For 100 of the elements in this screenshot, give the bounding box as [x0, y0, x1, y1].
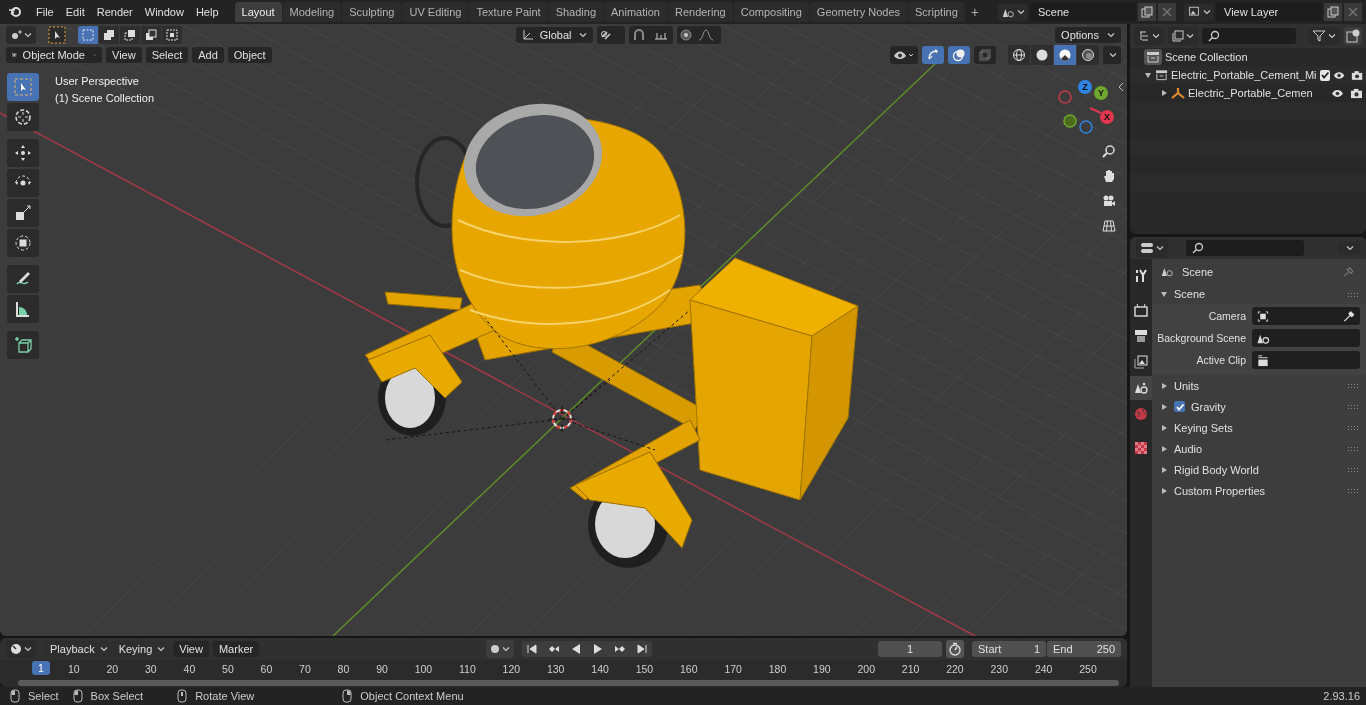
expand-triangle-icon[interactable] [1160, 423, 1168, 432]
selection-mode-button[interactable] [120, 26, 140, 44]
negative-x-handle[interactable] [1058, 90, 1072, 104]
property-field[interactable] [1252, 351, 1360, 369]
shading-mode-button[interactable] [1031, 45, 1053, 65]
menu-item[interactable]: Render [90, 6, 139, 18]
options-dropdown[interactable]: Options [1055, 27, 1121, 43]
measure-tool-button[interactable] [7, 295, 39, 323]
view-layer-name-field[interactable]: View Layer [1216, 3, 1322, 21]
xray-toggle[interactable] [974, 46, 996, 64]
expand-triangle-icon[interactable] [1160, 444, 1168, 453]
scene-browse-button[interactable] [998, 3, 1028, 21]
editor-type-button[interactable] [6, 640, 36, 658]
view-filter-button[interactable] [1168, 27, 1198, 45]
scene-properties-tab[interactable] [1130, 376, 1152, 400]
selection-mode-button[interactable] [162, 26, 182, 44]
cursor-tool-button[interactable] [7, 103, 39, 131]
expand-triangle-icon[interactable] [1160, 290, 1168, 298]
scale-tool-button[interactable] [7, 199, 39, 227]
grid-icon[interactable] [1102, 219, 1116, 233]
panel-title[interactable]: Keying Sets [1174, 421, 1233, 434]
exclude-checkbox[interactable] [1319, 69, 1330, 81]
outliner-item[interactable]: Electric_Portable_Cement_Mi [1171, 69, 1317, 81]
workspace-tab[interactable]: Shading [548, 2, 604, 22]
camera-icon[interactable] [1102, 194, 1116, 208]
expand-triangle-icon[interactable] [1144, 71, 1152, 79]
workspace-tab[interactable]: Layout [234, 2, 282, 22]
checkbox[interactable] [1174, 401, 1185, 412]
eye-icon[interactable] [1331, 87, 1344, 99]
shading-mode-button[interactable] [1054, 45, 1076, 65]
move-tool-button[interactable] [7, 139, 39, 167]
expand-triangle-icon[interactable] [1160, 486, 1168, 495]
close-icon[interactable] [1158, 3, 1176, 21]
filter-button[interactable] [1308, 27, 1340, 45]
display-mode-button[interactable] [1134, 27, 1164, 45]
workspace-tab[interactable]: Geometry Nodes [809, 2, 907, 22]
expand-triangle-icon[interactable] [1160, 381, 1168, 390]
transform-tool-button[interactable] [7, 229, 39, 257]
expand-triangle-icon[interactable] [1160, 89, 1168, 97]
current-frame-field[interactable]: 1 [878, 641, 942, 657]
record-button[interactable] [485, 640, 514, 658]
start-frame-field[interactable]: Start 1 [972, 641, 1046, 657]
copy-icon[interactable] [1138, 3, 1156, 21]
outliner-item[interactable]: Scene Collection [1165, 51, 1366, 63]
view-layer-browse-button[interactable] [1184, 3, 1214, 21]
shading-options-dropdown[interactable] [1103, 46, 1121, 64]
workspace-tab[interactable]: Scripting [908, 2, 965, 22]
workspace-tab[interactable]: Compositing [733, 2, 809, 22]
3d-cursor-icon[interactable] [548, 405, 576, 433]
blender-logo-icon[interactable] [8, 6, 22, 18]
header-menu-button[interactable]: Marker [212, 641, 260, 657]
pivot-point-icon[interactable] [597, 26, 626, 44]
add-cube-tool-button[interactable] [7, 331, 39, 359]
scene-name-field[interactable]: Scene [1030, 3, 1136, 21]
panel-title[interactable]: Custom Properties [1174, 484, 1266, 497]
options-dropdown[interactable] [1338, 241, 1360, 255]
header-menu-button[interactable]: Select [145, 47, 189, 63]
selection-mode-button[interactable] [99, 26, 119, 44]
mode-dropdown[interactable]: Object Mode [6, 47, 102, 63]
new-collection-icon[interactable] [1344, 27, 1362, 45]
header-menu-button[interactable]: View [106, 47, 142, 63]
panel-title[interactable]: Audio [1174, 442, 1203, 455]
eyedropper-icon[interactable] [1342, 309, 1356, 323]
property-field[interactable] [1252, 329, 1360, 347]
menu-item[interactable]: Window [138, 6, 190, 18]
workspace-tab[interactable]: UV Editing [402, 2, 469, 22]
camera-icon[interactable] [1350, 87, 1363, 99]
playhead-frame-indicator[interactable]: 1 [32, 661, 50, 675]
workspace-tab[interactable]: Rendering [667, 2, 733, 22]
expand-triangle-icon[interactable] [1160, 402, 1168, 411]
stopwatch-icon[interactable] [946, 640, 964, 658]
header-menu-button[interactable]: Object [227, 47, 272, 63]
workspace-tab[interactable]: Animation [604, 2, 667, 22]
select-tool-icon[interactable] [48, 26, 66, 44]
shading-mode-button[interactable] [1077, 45, 1099, 65]
gizmo-toggle[interactable] [922, 46, 944, 64]
negative-y-handle[interactable] [1063, 114, 1077, 128]
shading-mode-button[interactable] [1008, 45, 1030, 65]
menu-item[interactable]: Help [189, 6, 225, 18]
camera-icon[interactable] [1350, 69, 1363, 81]
editor-type-button[interactable] [1136, 239, 1168, 257]
copy-icon[interactable] [1324, 3, 1342, 21]
search-field[interactable] [1202, 28, 1296, 44]
annotate-tool-button[interactable] [7, 265, 39, 293]
editor-type-button[interactable] [6, 26, 36, 44]
panel-title[interactable]: Scene [1174, 288, 1206, 300]
property-field[interactable] [1252, 307, 1360, 325]
hand-icon[interactable] [1102, 169, 1116, 183]
overlay-toggle[interactable] [948, 46, 970, 64]
end-frame-field[interactable]: End 250 [1047, 641, 1121, 657]
snapping-magnet-icon[interactable] [629, 26, 674, 44]
panel-title[interactable]: Rigid Body World [1174, 463, 1259, 476]
menu-item[interactable]: File [30, 6, 60, 18]
header-menu-button[interactable]: Add [192, 47, 224, 63]
close-icon[interactable] [1344, 3, 1362, 21]
panel-title[interactable]: Gravity [1191, 400, 1226, 413]
header-menu-button[interactable]: View [173, 641, 209, 657]
search-field[interactable] [1186, 240, 1304, 256]
visibility-eye-icon[interactable] [890, 46, 918, 64]
timeline-scrollbar[interactable] [18, 680, 1119, 686]
